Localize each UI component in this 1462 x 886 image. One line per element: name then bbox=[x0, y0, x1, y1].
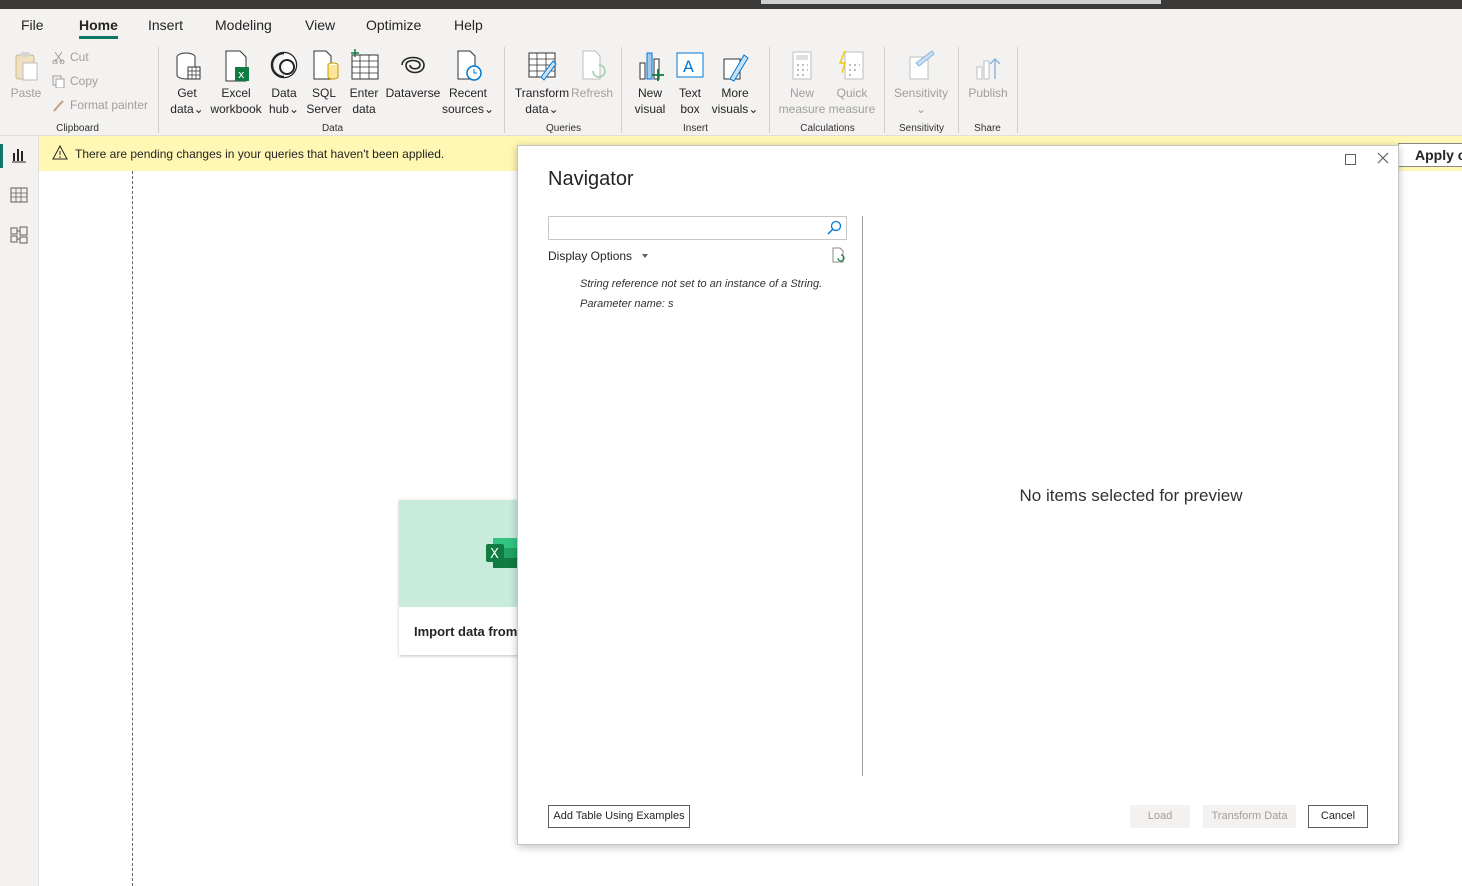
quick-measure-button[interactable]: Quick measure bbox=[828, 49, 876, 117]
publish-icon bbox=[973, 49, 1003, 83]
group-label-insert: Insert bbox=[682, 123, 708, 134]
refresh-button[interactable]: Refresh bbox=[570, 49, 614, 101]
copy-icon bbox=[52, 75, 65, 88]
data-hub-icon bbox=[269, 49, 299, 83]
publish-button[interactable]: Publish bbox=[964, 49, 1012, 101]
group-separator bbox=[504, 47, 505, 133]
caret-down-icon bbox=[642, 254, 649, 258]
group-separator bbox=[884, 47, 885, 133]
recent-sources-icon bbox=[453, 49, 483, 83]
dataverse-button[interactable]: Dataverse bbox=[385, 49, 441, 101]
sql-server-icon bbox=[309, 49, 339, 83]
error-message-line-2: Parameter name: s bbox=[580, 298, 674, 310]
cancel-button[interactable]: Cancel bbox=[1308, 805, 1368, 828]
excel-icon: x bbox=[221, 49, 251, 83]
quick-measure-icon bbox=[837, 49, 867, 83]
refresh-icon[interactable] bbox=[830, 247, 846, 266]
navigator-dialog: Navigator Display Options String referen… bbox=[517, 145, 1399, 845]
group-label-share: Share bbox=[974, 123, 1001, 134]
svg-text:A: A bbox=[683, 57, 694, 76]
ribbon: Paste Cut Copy Format painter Clipboard … bbox=[0, 43, 1462, 136]
group-separator bbox=[958, 47, 959, 133]
preview-empty-message: No items selected for preview bbox=[1019, 486, 1243, 505]
group-separator bbox=[769, 47, 770, 133]
menu-help[interactable]: Help bbox=[454, 17, 483, 33]
group-label-clipboard: Clipboard bbox=[56, 123, 99, 134]
group-separator bbox=[1017, 47, 1018, 133]
new-visual-button[interactable]: New visual bbox=[630, 49, 670, 117]
sql-server-button[interactable]: SQL Server bbox=[305, 49, 343, 117]
format-painter-icon bbox=[52, 99, 65, 112]
display-options-dropdown[interactable]: Display Options bbox=[548, 249, 649, 263]
excel-logo-icon: X bbox=[485, 536, 521, 573]
group-label-queries: Queries bbox=[545, 123, 581, 134]
navigator-search-input[interactable] bbox=[548, 216, 847, 240]
enter-data-button[interactable]: Enter data bbox=[345, 49, 383, 117]
menu-modeling[interactable]: Modeling bbox=[215, 17, 272, 33]
scissors-icon bbox=[52, 51, 65, 64]
pending-changes-text: There are pending changes in your querie… bbox=[75, 147, 445, 161]
more-visuals-button[interactable]: More visuals⌄ bbox=[710, 49, 760, 117]
recent-sources-button[interactable]: Recent sources⌄ bbox=[441, 49, 495, 117]
title-bar bbox=[0, 0, 1462, 9]
menu-file[interactable]: File bbox=[21, 17, 44, 33]
sensitivity-button[interactable]: Sensitivity ⌄ bbox=[892, 49, 950, 117]
canvas-page-boundary bbox=[132, 171, 133, 886]
card-label: Import data from bbox=[414, 624, 518, 639]
table-icon bbox=[349, 49, 379, 83]
apply-changes-button[interactable]: Apply c bbox=[1398, 143, 1462, 167]
group-label-sensitivity: Sensitivity bbox=[898, 123, 944, 134]
dialog-title: Navigator bbox=[548, 168, 634, 190]
transform-data-button[interactable]: Transform data⌄ bbox=[512, 49, 572, 117]
refresh-data-icon bbox=[577, 49, 607, 83]
menu-insert[interactable]: Insert bbox=[148, 17, 183, 33]
svg-text:X: X bbox=[490, 547, 499, 562]
group-separator bbox=[158, 47, 159, 133]
sensitivity-icon bbox=[906, 49, 936, 83]
svg-text:x: x bbox=[238, 68, 245, 81]
text-box-button[interactable]: A Text box bbox=[672, 49, 708, 117]
title-search-box[interactable] bbox=[761, 0, 1161, 4]
menu-bar: File Home Insert Modeling View Optimize … bbox=[0, 9, 1462, 43]
data-hub-button[interactable]: Data hub⌄ bbox=[265, 49, 303, 117]
copy-button[interactable]: Copy bbox=[52, 74, 98, 88]
maximize-icon[interactable] bbox=[1345, 154, 1356, 165]
group-label-calculations: Calculations bbox=[800, 123, 855, 134]
search-icon[interactable] bbox=[826, 220, 842, 239]
view-switcher bbox=[0, 136, 39, 886]
text-box-icon: A bbox=[675, 49, 705, 83]
model-view-icon[interactable] bbox=[10, 226, 28, 244]
transform-data-dialog-button[interactable]: Transform Data bbox=[1203, 805, 1296, 828]
more-visuals-icon bbox=[720, 49, 750, 83]
warning-icon bbox=[52, 144, 68, 164]
get-data-button[interactable]: Get data⌄ bbox=[167, 49, 207, 117]
paste-button[interactable]: Paste bbox=[8, 49, 44, 101]
new-visual-icon bbox=[635, 49, 665, 83]
dataverse-icon bbox=[398, 49, 428, 83]
transform-data-icon bbox=[527, 49, 557, 83]
menu-view[interactable]: View bbox=[305, 17, 335, 33]
new-measure-button[interactable]: New measure bbox=[778, 49, 826, 117]
calculator-icon bbox=[787, 49, 817, 83]
cut-button[interactable]: Cut bbox=[52, 50, 89, 64]
format-painter-button[interactable]: Format painter bbox=[52, 98, 148, 112]
excel-workbook-button[interactable]: x Excel workbook bbox=[208, 49, 264, 117]
add-table-using-examples-button[interactable]: Add Table Using Examples bbox=[548, 805, 690, 828]
menu-optimize[interactable]: Optimize bbox=[366, 17, 421, 33]
group-label-data: Data bbox=[321, 123, 344, 134]
active-view-indicator bbox=[0, 144, 3, 168]
table-view-icon[interactable] bbox=[10, 186, 28, 204]
group-separator bbox=[621, 47, 622, 133]
database-icon bbox=[172, 49, 202, 83]
load-button[interactable]: Load bbox=[1130, 805, 1190, 828]
error-message-line-1: String reference not set to an instance … bbox=[580, 278, 823, 290]
paste-icon bbox=[11, 49, 41, 83]
close-icon[interactable] bbox=[1375, 150, 1391, 166]
report-view-icon[interactable] bbox=[10, 146, 28, 164]
menu-home[interactable]: Home bbox=[79, 17, 118, 39]
